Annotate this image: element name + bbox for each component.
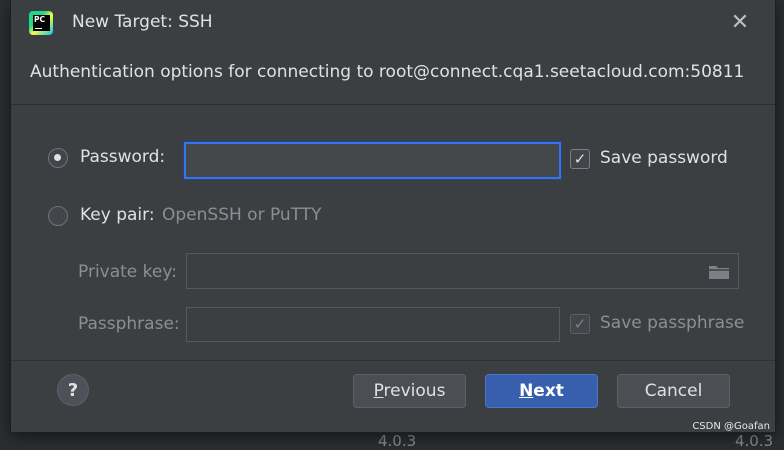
private-key-input[interactable] [186, 253, 739, 289]
next-label: ext [533, 381, 564, 401]
dialog-titlebar: PC New Target: SSH ✕ [11, 0, 775, 46]
passphrase-label: Passphrase: [78, 314, 180, 334]
key-pair-radio[interactable] [48, 206, 68, 226]
close-button[interactable]: ✕ [727, 10, 753, 36]
close-icon: ✕ [731, 10, 749, 35]
background-text-fragment: 4.0.3 [735, 432, 773, 450]
save-password-checkbox[interactable]: ✓ [570, 149, 590, 169]
next-button[interactable]: Next [485, 374, 598, 408]
header-divider [11, 104, 775, 105]
save-passphrase-label: Save passphrase [600, 313, 744, 333]
footer-divider [11, 360, 775, 361]
previous-button[interactable]: Previous [353, 374, 466, 408]
dialog-subtitle: Authentication options for connecting to… [30, 62, 744, 82]
cancel-button[interactable]: Cancel [617, 374, 730, 408]
background-text-fragment: 4.0.3 [378, 432, 416, 450]
password-label: Password: [80, 147, 165, 167]
password-input[interactable] [184, 142, 561, 179]
save-password-label: Save password [600, 148, 728, 168]
private-key-label: Private key: [78, 262, 177, 282]
pycharm-app-icon: PC [29, 11, 53, 35]
help-icon: ? [68, 380, 78, 401]
folder-icon[interactable] [708, 263, 730, 285]
app-icon-text: PC [34, 15, 45, 24]
previous-mnemonic: P [374, 381, 384, 401]
key-pair-label: Key pair: [80, 205, 155, 225]
save-passphrase-checkbox[interactable]: ✓ [570, 314, 590, 334]
dialog-title: New Target: SSH [72, 12, 213, 32]
help-button[interactable]: ? [57, 374, 89, 406]
watermark: CSDN @Goafan [692, 421, 770, 432]
new-target-ssh-dialog: PC New Target: SSH ✕ Authentication opti… [11, 0, 775, 432]
password-radio[interactable] [48, 148, 68, 168]
next-mnemonic: N [519, 381, 533, 401]
key-pair-hint: OpenSSH or PuTTY [162, 205, 322, 225]
previous-label: revious [384, 381, 446, 401]
passphrase-input[interactable] [186, 307, 560, 342]
